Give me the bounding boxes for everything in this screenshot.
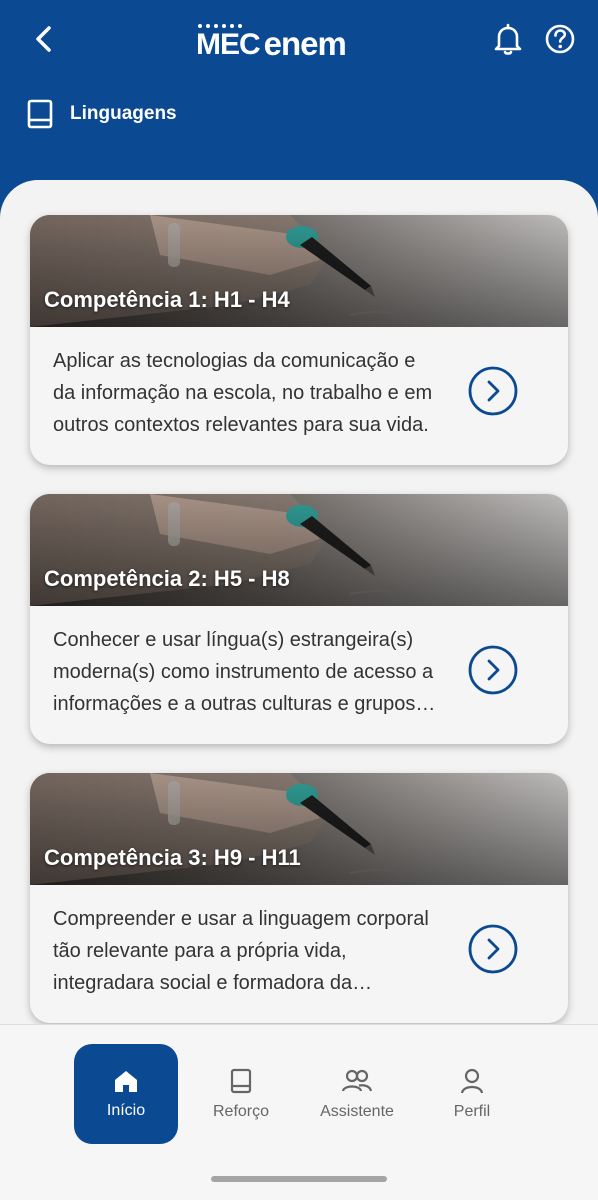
card-photo: Competência 3: H9 - H11 bbox=[30, 773, 568, 885]
open-competence-button[interactable] bbox=[468, 366, 518, 416]
book-icon bbox=[27, 99, 53, 129]
home-icon bbox=[115, 1071, 137, 1092]
back-button[interactable] bbox=[28, 22, 62, 56]
card-description: Aplicar as tecnologias da comunicação e … bbox=[53, 350, 433, 436]
help-button[interactable] bbox=[543, 22, 577, 56]
notifications-button[interactable] bbox=[492, 22, 524, 56]
users-icon bbox=[341, 1069, 373, 1092]
subject-header: Linguagens bbox=[26, 98, 177, 130]
card-photo: Competência 1: H1 - H4 bbox=[30, 215, 568, 327]
nav-inicio[interactable]: Início bbox=[74, 1044, 178, 1144]
card-description: Compreender e usar a linguagem corporal … bbox=[53, 908, 429, 994]
card-title: Competência 2: H5 - H8 bbox=[44, 566, 290, 591]
question-circle-icon bbox=[545, 24, 575, 54]
card-title: Competência 3: H9 - H11 bbox=[44, 845, 301, 870]
logo-enem: enem bbox=[263, 25, 347, 62]
card-photo: Competência 2: H5 - H8 bbox=[30, 494, 568, 606]
logo-mec: MEC bbox=[196, 24, 261, 60]
chevron-left-icon bbox=[36, 26, 51, 52]
card-description: Conhecer e usar língua(s) estrangeira(s)… bbox=[53, 629, 434, 715]
bottom-navigation: Início Reforço Assistente Perfil bbox=[0, 1024, 598, 1200]
nav-perfil[interactable]: Perfil bbox=[428, 1044, 516, 1144]
user-icon bbox=[460, 1068, 484, 1094]
nav-label: Reforço bbox=[212, 1103, 270, 1120]
open-competence-button[interactable] bbox=[468, 924, 518, 974]
nav-label: Perfil bbox=[453, 1103, 491, 1120]
nav-label: Assistente bbox=[320, 1103, 394, 1120]
open-competence-button[interactable] bbox=[468, 645, 518, 695]
chevron-right-circle-icon bbox=[468, 924, 518, 974]
subject-label: Linguagens bbox=[70, 103, 177, 124]
chevron-right-circle-icon bbox=[468, 366, 518, 416]
mec-enem-logo: MEC enem bbox=[196, 18, 347, 62]
competence-card-3[interactable]: Competência 3: H9 - H11 Compreender e us… bbox=[30, 773, 568, 1023]
book-icon bbox=[230, 1068, 252, 1094]
competence-card-2[interactable]: Competência 2: H5 - H8 Conhecer e usar l… bbox=[30, 494, 568, 744]
home-indicator[interactable] bbox=[211, 1176, 387, 1182]
competence-card-1[interactable]: Competência 1: H1 - H4 Aplicar as tecnol… bbox=[30, 215, 568, 465]
card-title: Competência 1: H1 - H4 bbox=[44, 287, 290, 312]
bell-icon bbox=[494, 23, 522, 55]
app-header: MEC enem Linguagens bbox=[0, 0, 598, 200]
nav-assistente[interactable]: Assistente bbox=[306, 1044, 408, 1144]
chevron-right-circle-icon bbox=[468, 645, 518, 695]
nav-label: Início bbox=[106, 1102, 146, 1119]
nav-reforco[interactable]: Reforço bbox=[193, 1044, 289, 1144]
